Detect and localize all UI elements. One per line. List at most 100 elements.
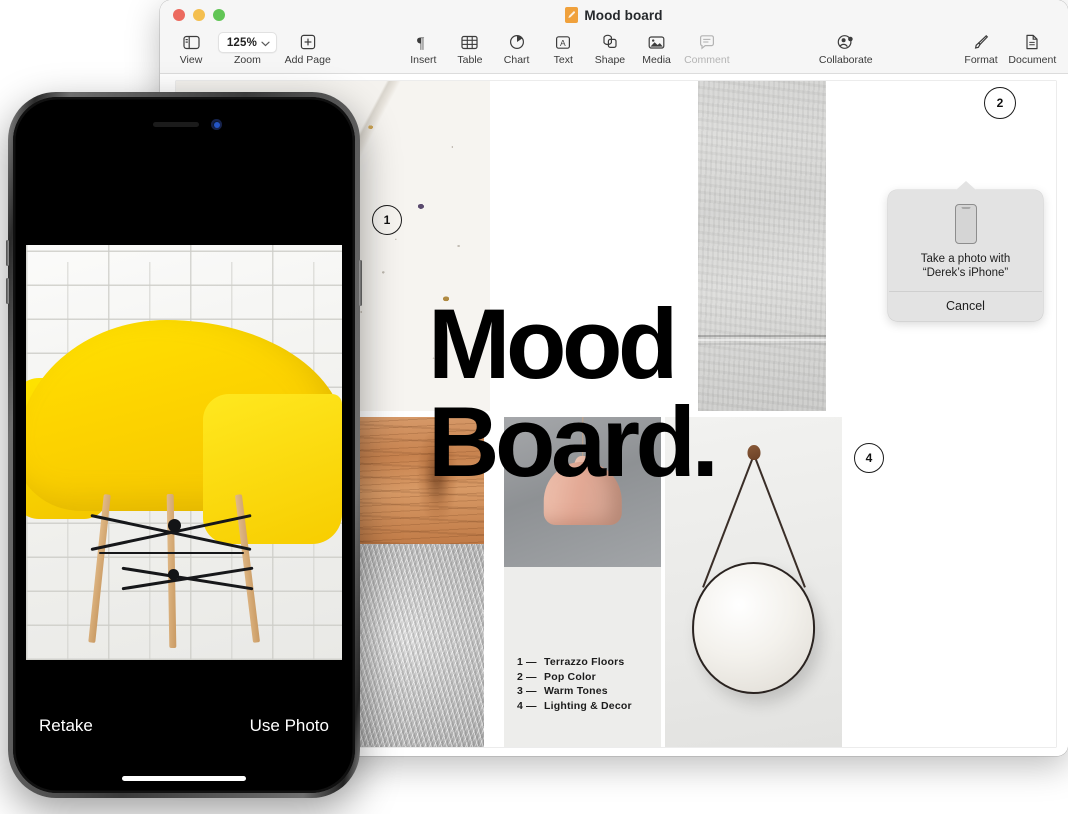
collaborate-person-icon [836, 31, 855, 53]
zoom-value: 125% [226, 36, 258, 49]
iphone-icon [954, 204, 977, 244]
document-page-icon [1025, 31, 1039, 53]
paintbrush-icon [973, 31, 989, 53]
legend-panel[interactable]: 1— Terrazzo Floors 2— Pop Color 3— Warm Ton… [504, 567, 661, 747]
legend-item: 1— Terrazzo Floors [517, 655, 632, 670]
svg-text:¶: ¶ [417, 35, 425, 50]
main-toolbar: View 125% Zoom Add Page ¶ Insert Table C… [160, 30, 1068, 74]
legend-list: 1— Terrazzo Floors 2— Pop Color 3— Warm Ton… [517, 655, 632, 713]
legend-dash: — [526, 699, 537, 712]
toolbar-media-label: Media [642, 54, 671, 66]
minimize-button[interactable] [193, 9, 205, 21]
window-title-group: Mood board [160, 0, 1068, 30]
toolbar-add-page-label: Add Page [284, 54, 331, 66]
popover-line-1: Take a photo with [920, 253, 1011, 265]
lamp-shade-shape [543, 462, 622, 525]
image-pendant-lamp[interactable] [504, 417, 661, 567]
badge-4[interactable]: 4 [854, 443, 884, 473]
toolbar-zoom-label: Zoom [234, 54, 261, 66]
camera-photo-preview[interactable] [26, 245, 342, 660]
chevron-down-icon [261, 34, 270, 52]
legend-number: 4 [517, 699, 524, 712]
photo-icon [648, 31, 665, 53]
camera-action-bar: Retake Use Photo [13, 702, 355, 750]
toolbar-chart-button[interactable]: Chart [500, 30, 534, 66]
plus-square-icon [300, 31, 316, 53]
toolbar-shape-button[interactable]: Shape [593, 30, 627, 66]
legend-dash: — [526, 656, 537, 669]
earpiece-speaker [153, 122, 199, 127]
legend-number: 3 [517, 685, 524, 698]
shapes-icon [602, 31, 618, 53]
toolbar-chart-label: Chart [503, 54, 530, 66]
mirror-glass-shape [691, 562, 816, 694]
legend-dash: — [526, 685, 537, 698]
home-indicator[interactable] [122, 776, 246, 781]
window-controls [173, 9, 225, 21]
volume-down-button[interactable] [6, 278, 9, 304]
legend-dash: — [526, 670, 537, 683]
zoom-button[interactable] [213, 9, 225, 21]
retake-button[interactable]: Retake [39, 716, 93, 736]
sidebar-icon [182, 31, 200, 53]
toolbar-text-label: Text [553, 54, 573, 66]
comment-bubble-icon [699, 31, 715, 53]
legend-item: 2— Pop Color [517, 670, 632, 685]
chair-brace-hub [168, 518, 182, 532]
toolbar-shape-label: Shape [594, 54, 626, 66]
chair-brace-hub [168, 568, 180, 580]
legend-item: 3— Warm Tones [517, 684, 632, 699]
pages-document-icon [565, 7, 579, 23]
toolbar-collaborate-button[interactable]: Collaborate [818, 30, 873, 66]
legend-number: 2 [517, 670, 524, 683]
window-title: Mood board [584, 7, 663, 23]
toolbar-add-page-button[interactable]: Add Page [284, 30, 331, 66]
legend-number: 1 [517, 656, 524, 669]
screenshot-root: Mood board View 125% Zoom Add Page ¶ Ins… [0, 0, 1068, 814]
toolbar-insert-label: Insert [410, 54, 437, 66]
toolbar-document-button[interactable]: Document [1008, 30, 1057, 66]
volume-up-button[interactable] [6, 240, 9, 266]
chair-wire-brace [98, 552, 245, 555]
front-camera-icon [211, 119, 222, 130]
close-button[interactable] [173, 9, 185, 21]
toolbar-document-label: Document [1008, 54, 1057, 66]
pilcrow-icon: ¶ [416, 31, 430, 53]
text-box-icon: A [555, 31, 571, 53]
legend-label: Terrazzo Floors [544, 656, 625, 669]
toolbar-comment-label: Comment [684, 54, 730, 66]
toolbar-insert-button[interactable]: ¶ Insert [406, 30, 440, 66]
toolbar-media-button[interactable]: Media [640, 30, 674, 66]
toolbar-text-button[interactable]: A Text [546, 30, 580, 66]
image-round-mirror[interactable] [665, 417, 842, 747]
legend-label: Lighting & Decor [544, 699, 632, 712]
svg-text:A: A [560, 38, 566, 48]
side-button[interactable] [359, 260, 362, 306]
badge-2[interactable]: 2 [984, 87, 1016, 119]
image-concrete-wall[interactable] [698, 81, 826, 411]
mirror-hook-shape [747, 445, 760, 461]
badge-1[interactable]: 1 [372, 205, 402, 235]
legend-label: Pop Color [544, 670, 596, 683]
toolbar-table-label: Table [457, 54, 483, 66]
iphone-screen[interactable]: Retake Use Photo [13, 97, 355, 793]
toolbar-comment-button[interactable]: Comment [684, 30, 730, 66]
popover-body: Take a photo with “Derek’s iPhone” [888, 190, 1043, 291]
legend-label: Warm Tones [544, 685, 608, 698]
legend-item: 4— Lighting & Decor [517, 699, 632, 714]
toolbar-table-button[interactable]: Table [453, 30, 487, 66]
take-photo-popover: Take a photo with “Derek’s iPhone” Cance… [888, 181, 1043, 321]
toolbar-collaborate-label: Collaborate [818, 54, 873, 66]
pie-chart-icon [509, 31, 525, 53]
toolbar-zoom-control[interactable]: 125% Zoom [217, 30, 278, 66]
iphone-device: Retake Use Photo [6, 92, 362, 798]
toolbar-format-button[interactable]: Format [964, 30, 998, 66]
toolbar-view-button[interactable]: View [174, 30, 208, 66]
window-titlebar: Mood board [160, 0, 1068, 30]
popover-cancel-button[interactable]: Cancel [888, 292, 1043, 321]
table-grid-icon [461, 31, 479, 53]
zoom-dropdown[interactable]: 125% [217, 32, 278, 53]
toolbar-format-label: Format [964, 54, 998, 66]
use-photo-button[interactable]: Use Photo [250, 716, 329, 736]
popover-line-2: “Derek’s iPhone” [922, 267, 1009, 279]
